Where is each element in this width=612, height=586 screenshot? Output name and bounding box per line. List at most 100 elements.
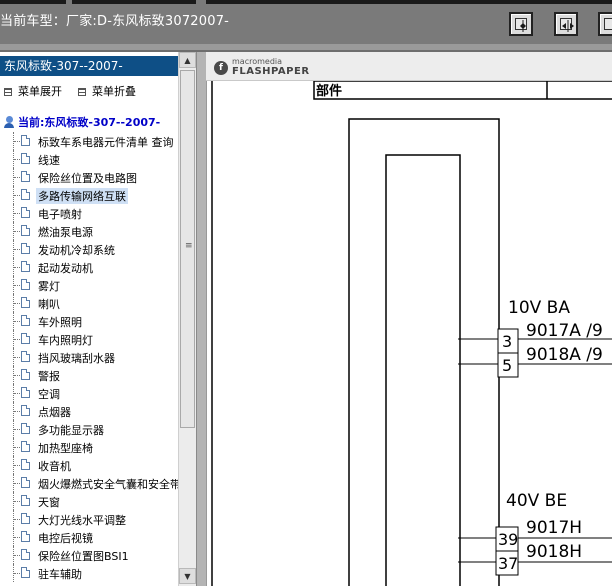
tree-item-label: 天窗 bbox=[38, 496, 60, 509]
view-button-1[interactable] bbox=[509, 12, 533, 36]
expand-menu-button[interactable]: 菜单展开 bbox=[4, 83, 62, 99]
document-icon bbox=[21, 549, 30, 560]
tree-connector bbox=[14, 501, 20, 502]
component-box-outer bbox=[348, 118, 500, 586]
wire-code: 9017H bbox=[526, 518, 582, 538]
tree-item-label: 收音机 bbox=[38, 460, 71, 473]
tree-item[interactable]: 大灯光线水平调整 bbox=[0, 510, 178, 528]
tree-connector bbox=[14, 537, 20, 538]
fit-page-icon bbox=[604, 18, 612, 30]
tree-item[interactable]: 多路传输网络互联 bbox=[0, 186, 178, 204]
tree-item[interactable]: 烟火爆燃式安全气囊和安全带 bbox=[0, 474, 181, 492]
title-bar: 当前车型：厂家:D-东风标致3072007- bbox=[0, 0, 612, 44]
tree-connector bbox=[14, 321, 20, 322]
pane-splitter[interactable] bbox=[196, 52, 206, 586]
tree-item[interactable]: 收音机 bbox=[0, 456, 178, 474]
tree-item[interactable]: 线速 bbox=[0, 150, 178, 168]
tree-connector bbox=[14, 483, 20, 484]
tree-item-label: 燃油泵电源 bbox=[38, 226, 93, 239]
tree-item[interactable]: 挡风玻璃刮水器 bbox=[0, 348, 178, 366]
pin-number: 37 bbox=[498, 554, 518, 573]
document-icon bbox=[21, 225, 30, 236]
document-icon bbox=[21, 567, 30, 578]
tree-connector bbox=[14, 393, 20, 394]
document-icon bbox=[21, 279, 30, 290]
tree-connector bbox=[14, 573, 20, 574]
tree-item[interactable]: 车内照明灯 bbox=[0, 330, 178, 348]
tree-item[interactable]: 保险丝位置及电路图 bbox=[0, 168, 178, 186]
tree-item-label: 驻车辅助 bbox=[38, 568, 82, 581]
table-header-row bbox=[313, 81, 612, 100]
logo-top-text: macromedia bbox=[232, 57, 283, 66]
grip-icon: ≡ bbox=[185, 241, 193, 251]
wiring-diagram: 部件 10V BA 3 5 9017A /9 9018A /9 40V BE 3… bbox=[206, 81, 612, 586]
tree-item[interactable]: 多功能显示器 bbox=[0, 420, 178, 438]
tree-item[interactable]: 标致车系电器元件清单 查询 bbox=[0, 132, 178, 150]
expand-icon bbox=[4, 88, 12, 96]
tree-item-label: 保险丝位置及电路图 bbox=[38, 172, 137, 185]
tree-item[interactable]: 喇叭 bbox=[0, 294, 178, 312]
tree-item[interactable]: 发动机冷却系统 bbox=[0, 240, 178, 258]
tree-connector bbox=[14, 213, 20, 214]
tree-root[interactable]: 当前:东风标致-307--2007- bbox=[4, 114, 160, 132]
document-icon bbox=[21, 441, 30, 452]
view-button-2[interactable] bbox=[554, 12, 578, 36]
sidebar-scrollbar[interactable]: ▲ ≡ ▼ bbox=[178, 52, 196, 586]
document-icon bbox=[21, 423, 30, 434]
tree-item[interactable]: 点烟器 bbox=[0, 402, 178, 420]
tree-connector bbox=[14, 357, 20, 358]
tree-connector bbox=[14, 555, 20, 556]
tree-connector bbox=[14, 447, 20, 448]
menu-controls: 菜单展开 菜单折叠 bbox=[0, 80, 178, 100]
tree-connector bbox=[14, 177, 20, 178]
flashpaper-logo-icon: f bbox=[214, 61, 228, 75]
sidebar: 东风标致-307--2007- 菜单展开 菜单折叠 当前:东风标致-307--2… bbox=[0, 52, 196, 586]
pin-number: 5 bbox=[502, 356, 512, 375]
collapse-icon bbox=[78, 88, 86, 96]
scroll-down-arrow-icon[interactable]: ▼ bbox=[179, 568, 196, 584]
tree-item[interactable]: 电子喷射 bbox=[0, 204, 178, 222]
document-page[interactable]: 部件 10V BA 3 5 9017A /9 9018A /9 40V BE 3… bbox=[206, 81, 612, 586]
tree-item-label: 线速 bbox=[38, 154, 60, 167]
wire-code: 9018H bbox=[526, 542, 582, 562]
tree-connector bbox=[14, 465, 20, 466]
tree-item[interactable]: 警报 bbox=[0, 366, 178, 384]
sidebar-header: 东风标致-307--2007- bbox=[0, 56, 178, 76]
document-icon bbox=[21, 207, 30, 218]
tree-item[interactable]: 加热型座椅 bbox=[0, 438, 178, 456]
tree-item[interactable]: 保险丝位置图BSI1 bbox=[0, 546, 178, 564]
component-box-inner bbox=[385, 154, 461, 586]
document-icon bbox=[21, 369, 30, 380]
tree-connector bbox=[14, 375, 20, 376]
document-icon bbox=[21, 189, 30, 200]
tree-item[interactable]: 天窗 bbox=[0, 492, 178, 510]
document-icon bbox=[21, 297, 30, 308]
document-icon bbox=[21, 405, 30, 416]
flashpaper-toolbar: f macromedia FLASHPAPER bbox=[206, 52, 612, 81]
tree-connector bbox=[14, 285, 20, 286]
tree-connector bbox=[14, 231, 20, 232]
connector-1-label: 10V BA bbox=[508, 298, 570, 318]
pin-number: 39 bbox=[498, 530, 518, 549]
tree-item-label: 车内照明灯 bbox=[38, 334, 93, 347]
tree-item-label: 多路传输网络互联 bbox=[36, 188, 128, 204]
tree-item-label: 加热型座椅 bbox=[38, 442, 93, 455]
tree-item[interactable]: 电控后视镜 bbox=[0, 528, 178, 546]
tree-item[interactable]: 空调 bbox=[0, 384, 178, 402]
document-icon bbox=[21, 315, 30, 326]
tree-item[interactable]: 车外照明 bbox=[0, 312, 178, 330]
view-button-3[interactable] bbox=[598, 12, 612, 36]
tree-item-label: 点烟器 bbox=[38, 406, 71, 419]
tree-item-label: 大灯光线水平调整 bbox=[38, 514, 126, 527]
tree-item[interactable]: 驻车辅助 bbox=[0, 564, 178, 582]
tree-connector bbox=[14, 339, 20, 340]
collapse-menu-button[interactable]: 菜单折叠 bbox=[78, 83, 136, 99]
tree-item[interactable]: 燃油泵电源 bbox=[0, 222, 178, 240]
scroll-up-arrow-icon[interactable]: ▲ bbox=[179, 52, 196, 68]
document-icon bbox=[21, 387, 30, 398]
scroll-thumb[interactable]: ≡ bbox=[180, 70, 195, 428]
tree-item[interactable]: 起动发动机 bbox=[0, 258, 178, 276]
tree-item[interactable]: 雾灯 bbox=[0, 276, 178, 294]
wire-code: 9017A /9 bbox=[526, 321, 603, 341]
tree-item-label: 挡风玻璃刮水器 bbox=[38, 352, 115, 365]
